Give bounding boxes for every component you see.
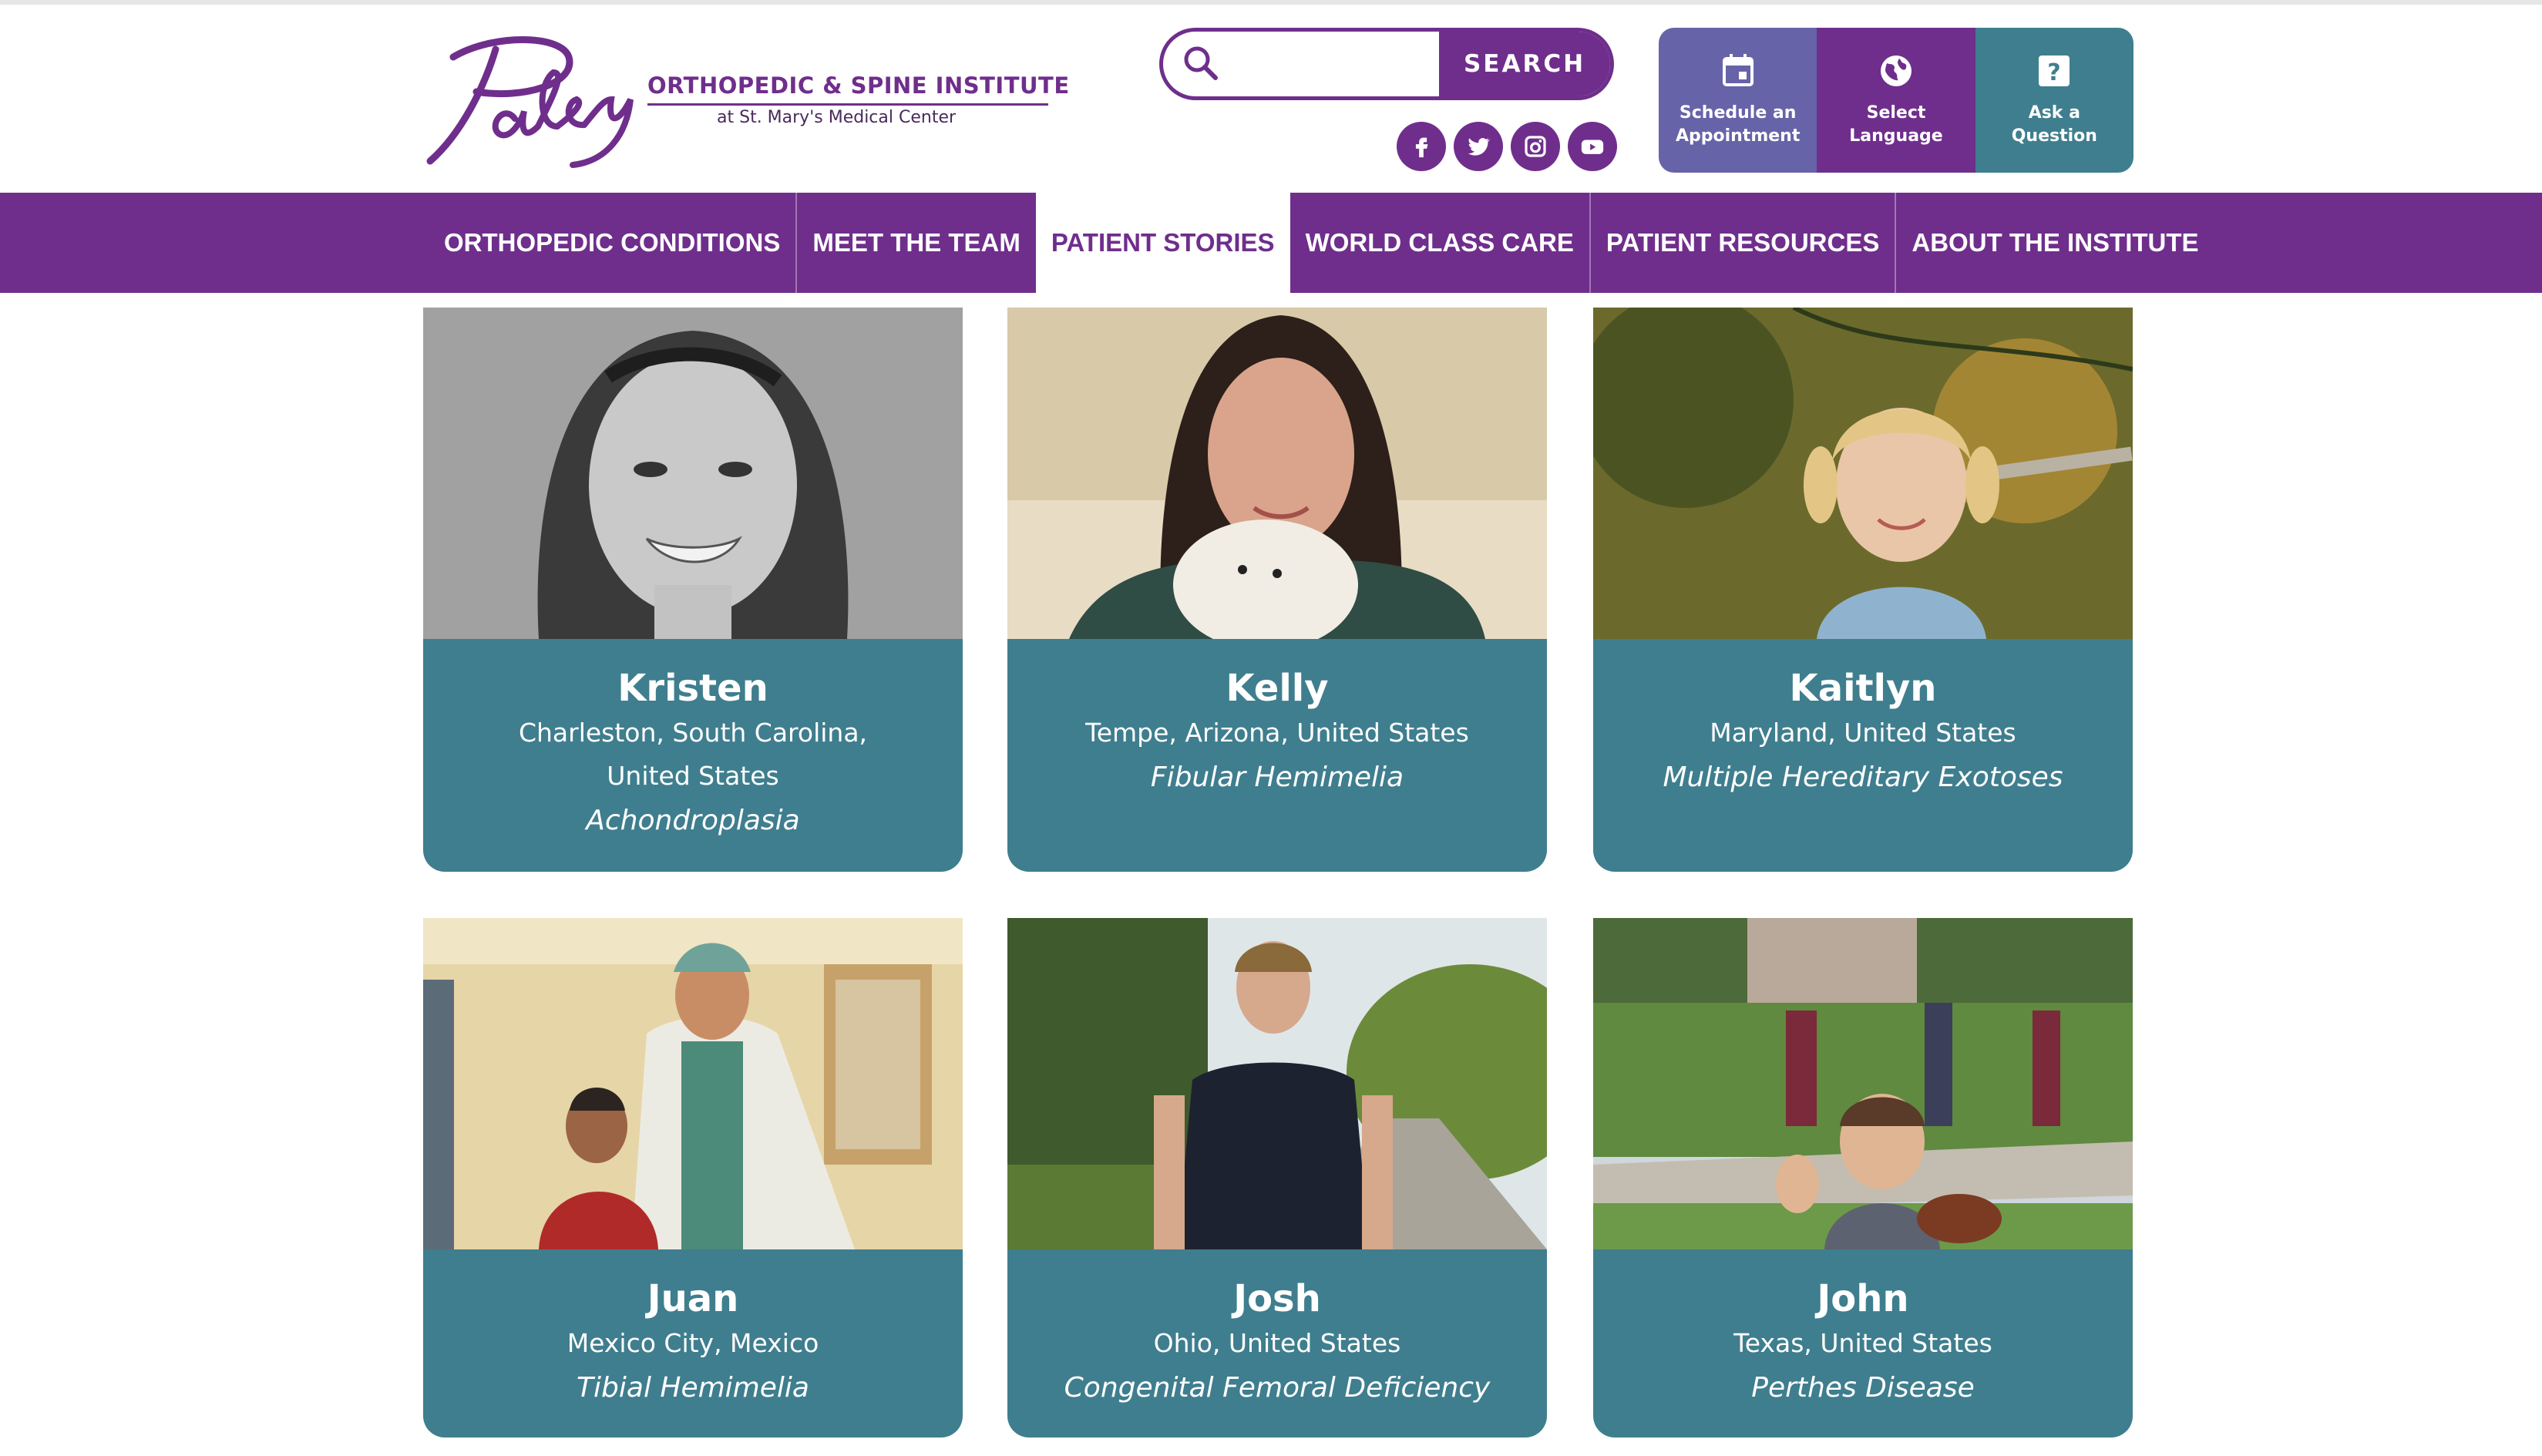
story-card-josh[interactable]: Josh Ohio, United States Congenital Femo… [1007, 918, 1547, 1438]
patient-name: Kaitlyn [1789, 667, 1937, 710]
search-button[interactable]: SEARCH [1439, 32, 1610, 96]
patient-photo [1593, 308, 2133, 639]
patient-condition: Tibial Hemimelia [577, 1372, 809, 1404]
story-card-juan[interactable]: Juan Mexico City, Mexico Tibial Hemimeli… [423, 918, 963, 1438]
instagram-icon [1525, 136, 1546, 157]
nav-about-the-institute[interactable]: ABOUT THE INSTITUTE [1895, 193, 2214, 293]
logo-divider [647, 103, 1048, 106]
patient-location: Mexico City, Mexico [567, 1328, 819, 1358]
story-card-kelly[interactable]: Kelly Tempe, Arizona, United States Fibu… [1007, 308, 1547, 872]
instagram-link[interactable] [1511, 122, 1560, 171]
patient-name: John [1817, 1277, 1909, 1320]
patient-location: Texas, United States [1733, 1328, 1992, 1358]
patient-photo [1593, 918, 2133, 1249]
ask-question-label: Ask a Question [2011, 103, 2097, 146]
facebook-link[interactable] [1397, 122, 1446, 171]
select-language-button[interactable]: Select Language [1817, 28, 1975, 173]
patient-condition: Congenital Femoral Deficiency [1064, 1372, 1491, 1404]
search-input[interactable] [1229, 32, 1445, 96]
ask-question-button[interactable]: ? Ask a Question [1975, 28, 2133, 173]
patient-condition: Achondroplasia [586, 805, 800, 836]
patient-photo [1007, 918, 1547, 1249]
schedule-appointment-label: Schedule an Appointment [1675, 103, 1801, 146]
nav-patient-stories[interactable]: PATIENT STORIES [1035, 193, 1290, 293]
svg-text:?: ? [2048, 59, 2061, 86]
paley-script-logo [426, 36, 634, 168]
story-card-john[interactable]: John Texas, United States Perthes Diseas… [1593, 918, 2133, 1438]
patient-name: Kelly [1226, 667, 1329, 710]
patient-location: Charleston, South Carolina, United State… [518, 718, 868, 791]
youtube-icon [1581, 140, 1604, 154]
site-logo[interactable]: ORTHOPEDIC & SPINE INSTITUTE at St. Mary… [422, 26, 1069, 173]
question-icon: ? [2039, 55, 2070, 86]
social-links [1397, 122, 1617, 171]
patient-name: Josh [1233, 1277, 1321, 1320]
nav-orthopedic-conditions[interactable]: ORTHOPEDIC CONDITIONS [429, 193, 795, 293]
search-bar: SEARCH [1159, 28, 1614, 100]
patient-condition: Multiple Hereditary Exotoses [1663, 762, 2063, 793]
story-card-kaitlyn[interactable]: Kaitlyn Maryland, United States Multiple… [1593, 308, 2133, 872]
top-border [0, 0, 2542, 5]
patient-location: Maryland, United States [1710, 718, 2016, 748]
nav-world-class-care[interactable]: WORLD CLASS CARE [1290, 193, 1589, 293]
quick-links: Schedule an Appointment Select Language … [1659, 28, 2133, 173]
patient-photo [423, 918, 963, 1249]
schedule-appointment-button[interactable]: Schedule an Appointment [1659, 28, 1817, 173]
youtube-link[interactable] [1568, 122, 1617, 171]
patient-location: Tempe, Arizona, United States [1085, 718, 1469, 748]
nav-patient-resources[interactable]: PATIENT RESOURCES [1589, 193, 1895, 293]
search-icon [1184, 46, 1218, 80]
twitter-icon [1468, 138, 1491, 156]
patient-photo [423, 308, 963, 639]
patient-name: Kristen [617, 667, 768, 710]
logo-title: ORTHOPEDIC & SPINE INSTITUTE [647, 72, 1070, 99]
globe-icon [1880, 55, 1912, 86]
patient-condition: Perthes Disease [1751, 1372, 1975, 1404]
calendar-icon [1722, 54, 1754, 86]
patient-condition: Fibular Hemimelia [1150, 762, 1404, 793]
logo-subtitle: at St. Mary's Medical Center [717, 108, 957, 127]
patient-photo [1007, 308, 1547, 639]
nav-meet-the-team[interactable]: MEET THE TEAM [795, 193, 1036, 293]
story-card-kristen[interactable]: Kristen Charleston, South Carolina, Unit… [423, 308, 963, 872]
main-nav: ORTHOPEDIC CONDITIONS MEET THE TEAM PATI… [0, 193, 2542, 293]
twitter-link[interactable] [1454, 122, 1503, 171]
patient-name: Juan [647, 1277, 739, 1320]
patient-location: Ohio, United States [1153, 1328, 1401, 1358]
facebook-icon [1415, 137, 1428, 158]
select-language-label: Select Language [1849, 103, 1943, 146]
